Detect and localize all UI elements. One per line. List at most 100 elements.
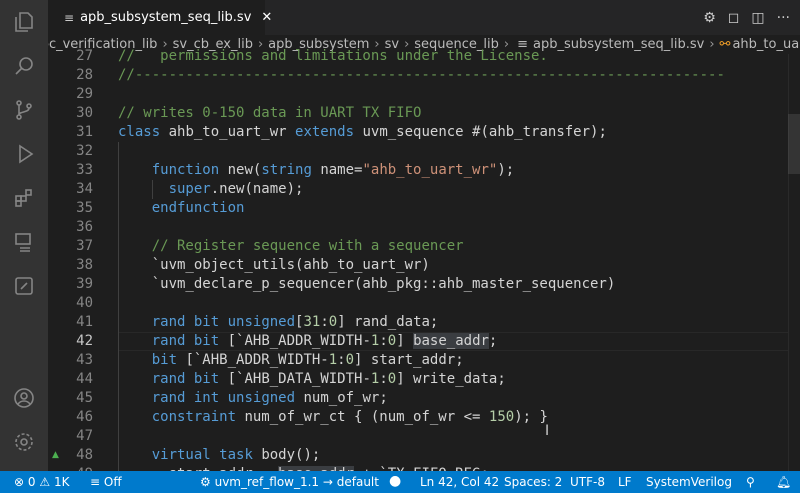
text-token: ; [488,333,498,349]
keyword-token: unsigned [227,314,296,330]
comment-token: // writes 0-150 data in UART TX FIFO [118,105,422,121]
language-mode[interactable]: SystemVerilog [646,475,732,489]
keyword-token: extends [295,124,355,140]
code-line: bit [`AHB_ADDR_WIDTH-1:0] start_addr; [118,351,464,370]
more-actions-icon[interactable]: ··· [777,10,790,26]
string-token: "ahb_to_uart_wr" [362,162,498,178]
text-token: .new(name); [210,181,304,197]
project-indicator[interactable]: ⚙ uvm_ref_flow_1.1 → default [200,475,379,489]
text-token: : [337,352,346,368]
cursor-position[interactable]: Ln 42, Col 42 [420,475,499,489]
code-line: `uvm_declare_p_sequencer(ahb_pkg::ahb_ma… [118,275,616,294]
line-number: 41 [76,314,93,330]
line-number: 36 [76,219,93,235]
keyword-token: endfunction [151,200,245,216]
line-number: 37 [76,238,93,254]
code-line: // writes 0-150 data in UART TX FIFO [118,104,421,123]
line-number: 32 [76,143,93,159]
remote-explorer-icon[interactable] [0,220,48,264]
notes-icon[interactable] [0,264,48,308]
code-line: // permissions and limitations under the… [118,47,548,66]
circle-icon[interactable]: ● [389,473,401,489]
warning-count: 1K [53,475,70,489]
code-line: rand bit [`AHB_ADDR_WIDTH-1:0] base_addr… [118,332,497,351]
code-line: class ahb_to_uart_wr extends uvm_sequenc… [118,123,607,142]
keyword-token: super [168,181,211,197]
gear-icon: ⚙ [200,475,211,489]
text-token: ] start_addr; [354,352,464,368]
line-number: 30 [76,105,93,121]
number-token: 0 [345,352,355,368]
feedback-icon[interactable]: ⚲ [746,475,755,489]
comment-token: // Register sequence with a sequencer [151,238,464,254]
line-number: 40 [76,295,93,311]
number-token: 31 [303,314,321,330]
number-token: 0 [328,314,338,330]
code-line: // Register sequence with a sequencer [118,237,464,256]
problems-indicator[interactable]: ⊗ 0 ⚠ 1K [14,475,69,489]
split-editor-icon[interactable]: ◫ [751,10,764,26]
keyword-token: class [118,124,161,140]
line-number: 47 [76,428,93,444]
code-line: virtual task body(); [118,446,321,465]
scrollbar-thumb[interactable] [788,114,800,174]
text-token: ); [497,162,515,178]
code-line: constraint num_of_wr_ct { (num_of_wr <= … [118,408,548,427]
highlighted-token: base_addr [413,333,489,349]
file-lines-icon: ≡ [64,10,75,25]
gear-icon[interactable]: ⚙ [703,10,716,26]
run-debug-icon[interactable] [0,132,48,176]
line-number: 28 [76,67,93,83]
text-token: ); } [514,409,548,425]
line-number: 39 [76,276,93,292]
filter-indicator[interactable]: ≡ Off [90,475,122,489]
extensions-icon[interactable] [0,176,48,220]
tab-label: apb_subsystem_seq_lib.sv [80,10,252,25]
indentation[interactable]: Spaces: 2 [504,475,562,489]
status-bar: ⊗ 0 ⚠ 1K ≡ Off ⚙ uvm_ref_flow_1.1 → defa… [0,471,800,493]
number-token: 0 [387,371,397,387]
number-token: 150 [488,409,515,425]
source-control-icon[interactable] [0,88,48,132]
line-number: 46 [76,409,93,425]
error-count: 0 [27,475,36,489]
error-icon: ⊗ [14,475,25,489]
text-token: : [320,314,329,330]
code-line: rand bit [`AHB_DATA_WIDTH-1:0] write_dat… [118,370,506,389]
filter-label: Off [103,475,122,489]
warning-icon: ⚠ [39,475,51,489]
account-icon[interactable] [0,376,48,420]
keyword-token: virtual [151,447,211,463]
code-line: endfunction [118,199,245,218]
code-editor[interactable]: 27 // permissions and limitations under t… [48,47,800,471]
keyword-token: string [261,162,312,178]
encoding[interactable]: UTF-8 [570,475,605,489]
end-of-line[interactable]: LF [618,475,632,489]
close-icon[interactable]: ✕ [261,10,272,25]
text-token: : [379,333,388,349]
search-icon[interactable] [0,44,48,88]
text-token: `uvm_object_utils(ahb_to_uart_wr) [118,257,430,273]
warning-glyph-icon[interactable]: ▲ [52,450,59,460]
line-number: 42 [76,333,93,349]
line-number: 45 [76,390,93,406]
toggle-panel-icon[interactable]: ◻ [728,10,740,26]
line-number: 27 [76,48,93,64]
notifications-bell-icon[interactable]: 🔔︎ [776,475,791,489]
keyword-token: function [151,162,220,178]
activity-bar [0,0,48,471]
keyword-token: rand [151,371,186,387]
explorer-icon[interactable] [0,0,48,44]
tab-apb-subsystem-seq-lib[interactable]: ≡ apb_subsystem_seq_lib.sv ✕ [48,0,272,35]
settings-gear-icon[interactable] [0,420,48,464]
vertical-scrollbar[interactable] [788,54,800,471]
